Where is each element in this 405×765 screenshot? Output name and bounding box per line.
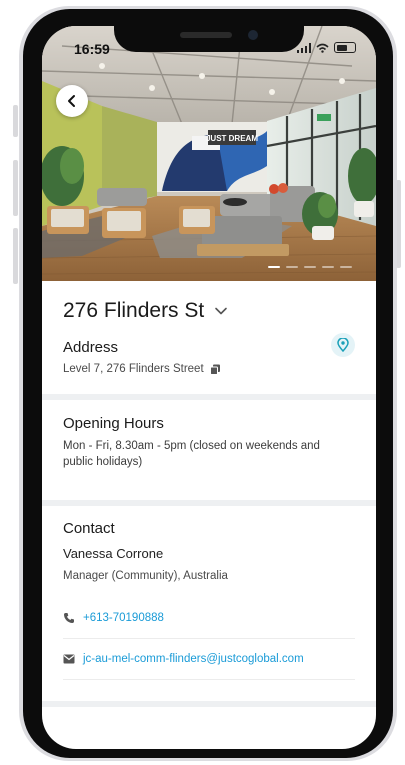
phone-icon	[64, 613, 74, 623]
carousel-dot	[286, 266, 298, 268]
carousel-dot	[322, 266, 334, 268]
contact-email[interactable]: jc-au-mel-comm-flinders@justcoglobal.com	[83, 653, 304, 665]
contact-section: Contact Vanessa Corrone Manager (Communi…	[42, 506, 376, 701]
carousel-dot	[268, 266, 280, 268]
section-divider	[42, 701, 376, 707]
battery-icon	[334, 42, 356, 53]
volume-up-button	[13, 160, 18, 216]
volume-down-button	[13, 228, 18, 284]
contact-phone[interactable]: +613-70190888	[83, 612, 164, 624]
contact-name: Vanessa Corrone	[63, 546, 164, 561]
address-heading: Address	[63, 339, 119, 356]
location-photo[interactable]: JUST DREAM	[42, 26, 376, 281]
contact-role: Manager (Community), Australia	[63, 570, 228, 582]
wifi-icon	[316, 43, 329, 53]
phone-screen: JUST DREAM 16:59 276 Flinders St Address…	[42, 26, 376, 749]
back-button[interactable]	[56, 85, 88, 117]
opening-hours-section: Opening Hours Mon - Fri, 8.30am - 5pm (c…	[42, 400, 376, 500]
location-selector[interactable]: 276 Flinders St	[63, 281, 355, 323]
location-title: 276 Flinders St	[63, 299, 205, 322]
silent-switch	[13, 105, 18, 137]
mural-sign: JUST DREAM	[206, 134, 258, 143]
carousel-dot	[304, 266, 316, 268]
status-time: 16:59	[74, 41, 110, 57]
notch	[114, 26, 304, 52]
photo-carousel-indicator	[268, 266, 352, 268]
speaker-grille	[180, 32, 232, 38]
carousel-dot	[340, 266, 352, 268]
back-arrow-icon	[68, 95, 75, 107]
signal-icon	[297, 42, 311, 53]
office-lounge-image: JUST DREAM	[42, 26, 376, 281]
opening-hours-heading: Opening Hours	[63, 415, 164, 432]
status-icons	[297, 42, 356, 53]
contact-email-row[interactable]: jc-au-mel-comm-flinders@justcoglobal.com	[63, 639, 355, 680]
opening-hours-text: Mon - Fri, 8.30am - 5pm (closed on weeke…	[63, 440, 320, 468]
contact-heading: Contact	[63, 520, 115, 537]
contact-phone-row[interactable]: +613-70190888	[63, 598, 355, 639]
address-section: 276 Flinders St Address Level 7, 276 Fli…	[42, 281, 376, 394]
front-camera	[248, 30, 258, 40]
map-pin-icon	[337, 338, 349, 352]
copy-icon[interactable]	[209, 364, 221, 375]
address-line: Level 7, 276 Flinders Street	[63, 363, 204, 375]
chevron-down-icon[interactable]	[214, 306, 228, 316]
map-pin-button[interactable]	[331, 333, 355, 357]
location-details: 276 Flinders St Address Level 7, 276 Fli…	[42, 281, 376, 707]
mail-icon	[63, 654, 75, 664]
